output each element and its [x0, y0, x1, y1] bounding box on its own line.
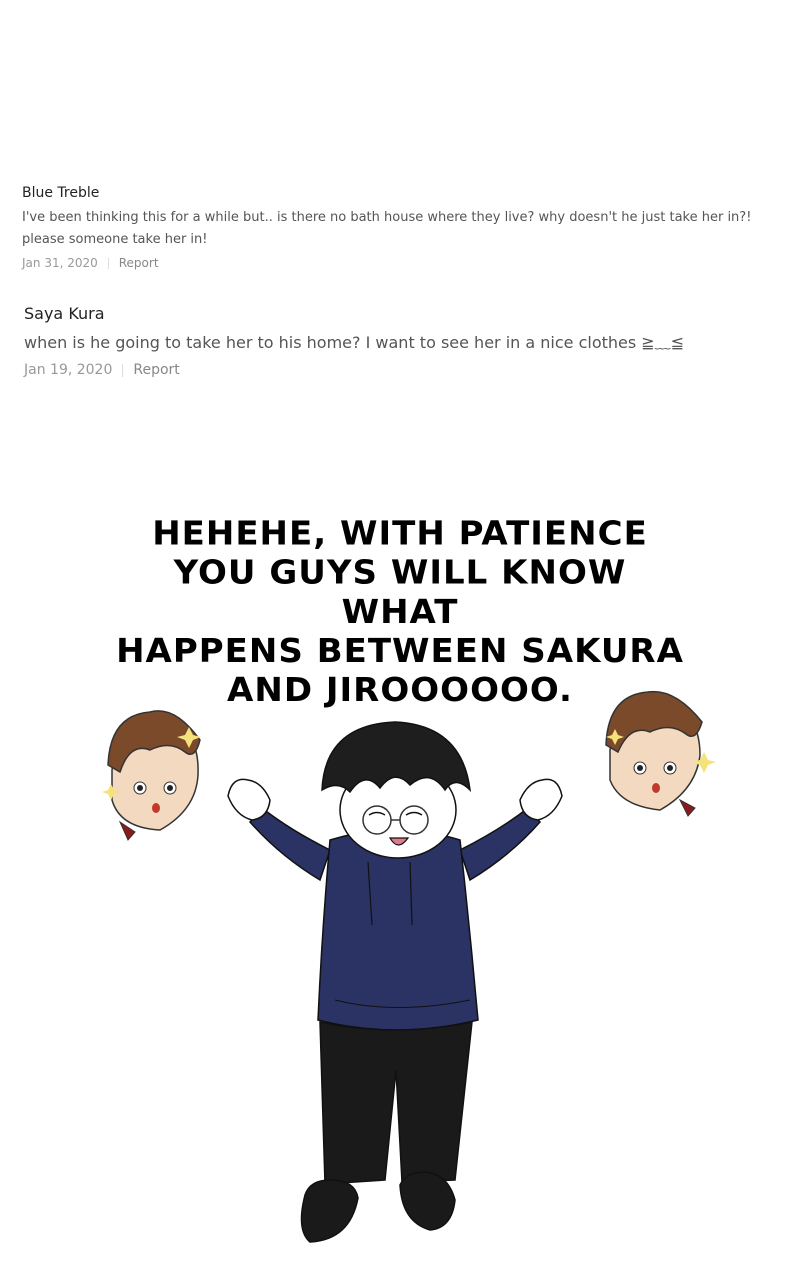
- author-figure: [227, 721, 563, 1243]
- comment-text: I've been thinking this for a while but.…: [22, 210, 752, 247]
- caption-line: YOU GUYS WILL KNOW WHAT: [173, 553, 627, 632]
- comment-item: Blue Treble I've been thinking this for …: [22, 183, 787, 272]
- comment-date: Jan 31, 2020: [22, 256, 98, 270]
- chibi-head-left: [102, 710, 201, 841]
- author-illustration: [102, 690, 716, 1243]
- comment-author[interactable]: Blue Treble: [22, 183, 787, 203]
- comment-author[interactable]: Saya Kura: [24, 302, 784, 326]
- caption-line: HAPPENS BETWEEN SAKURA: [116, 631, 684, 671]
- comment-meta: Jan 31, 2020 Report: [22, 254, 787, 272]
- report-link[interactable]: Report: [133, 360, 179, 380]
- comment-text: when is he going to take her to his home…: [24, 333, 685, 352]
- chibi-head-right: [605, 690, 716, 817]
- divider: [122, 363, 124, 377]
- divider: [107, 257, 109, 269]
- comment-date: Jan 19, 2020: [24, 362, 113, 378]
- comment-meta: Jan 19, 2020 Report: [24, 360, 784, 380]
- comment-item: Saya Kura when is he going to take her t…: [24, 302, 784, 380]
- report-link[interactable]: Report: [119, 254, 159, 272]
- caption-line: HEHEHE, WITH PATIENCE: [152, 514, 648, 554]
